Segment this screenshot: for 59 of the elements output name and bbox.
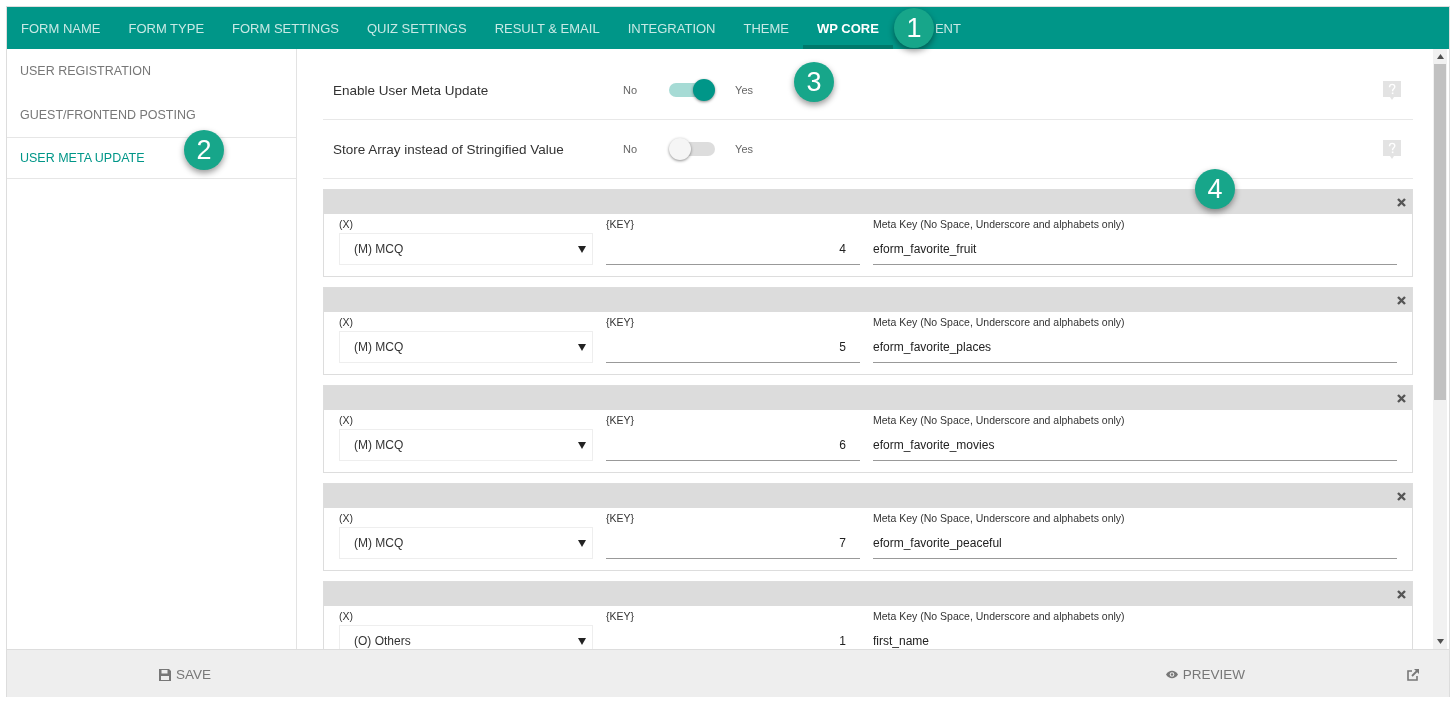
field-label: {KEY}	[606, 414, 636, 427]
step-badge: 2	[184, 130, 224, 170]
field-label: Meta Key (No Space, Underscore and alphabets only)	[873, 610, 1126, 623]
close-icon[interactable]	[1397, 393, 1406, 403]
field-label: {KEY}	[606, 610, 636, 623]
setting-label: Enable User Meta Update	[333, 82, 490, 98]
key-field[interactable]: 7	[606, 527, 860, 559]
external-link-icon[interactable]	[1407, 668, 1419, 681]
toggle-label: Yes	[735, 143, 753, 155]
meta-key-field[interactable]: eform_favorite_peaceful	[873, 527, 1397, 559]
close-icon[interactable]	[1397, 197, 1406, 207]
field-label: Meta Key (No Space, Underscore and alphabets only)	[873, 414, 1126, 427]
scroll-up-icon[interactable]	[1436, 54, 1444, 59]
caret-icon	[578, 637, 586, 645]
field-label: Meta Key (No Space, Underscore and alphabets only)	[873, 218, 1126, 231]
field-label: (X)	[339, 414, 354, 427]
sidebar-item[interactable]: USER REGISTRATION	[7, 49, 296, 93]
toggle-label: Yes	[735, 84, 753, 96]
caret-icon	[578, 539, 586, 547]
close-icon[interactable]	[1397, 295, 1406, 305]
meta-key-field[interactable]: eform_favorite_places	[873, 331, 1397, 363]
type-dropdown[interactable]: (M) MCQ	[339, 233, 593, 265]
field-label: {KEY}	[606, 512, 636, 525]
eye-icon	[1165, 670, 1178, 679]
toggle-label: No	[623, 143, 638, 155]
caret-icon	[578, 343, 586, 351]
step-badge: 3	[794, 62, 835, 102]
type-dropdown[interactable]: (M) MCQ	[339, 331, 593, 363]
tab[interactable]: WP CORE	[803, 7, 893, 49]
save-button[interactable]: SAVE	[155, 661, 215, 688]
help-icon	[1383, 139, 1401, 159]
preview-button[interactable]: PREVIEW	[1161, 661, 1249, 688]
scrollbar[interactable]	[1433, 49, 1447, 649]
setting-label: Store Array instead of Stringified Value	[333, 141, 565, 157]
type-dropdown[interactable]: (M) MCQ	[339, 429, 593, 461]
field-label: {KEY}	[606, 218, 636, 231]
caret-icon	[578, 441, 586, 449]
help-icon	[1383, 80, 1401, 100]
toggle-switch[interactable]	[669, 79, 716, 101]
step-badge: 4	[1195, 169, 1235, 209]
caret-icon	[578, 245, 586, 253]
scroll-down-icon[interactable]	[1436, 639, 1444, 644]
key-field[interactable]: 4	[606, 233, 860, 265]
close-icon[interactable]	[1397, 491, 1406, 501]
meta-key-field[interactable]: eform_favorite_fruit	[873, 233, 1397, 265]
field-label: (X)	[339, 316, 354, 329]
meta-key-field[interactable]: eform_favorite_movies	[873, 429, 1397, 461]
field-label: (X)	[339, 218, 354, 231]
toggle-label: No	[623, 84, 638, 96]
field-label: {KEY}	[606, 316, 636, 329]
key-field[interactable]: 6	[606, 429, 860, 461]
key-field[interactable]: 5	[606, 331, 860, 363]
field-label: (X)	[339, 610, 354, 623]
close-icon[interactable]	[1397, 589, 1406, 599]
field-label: Meta Key (No Space, Underscore and alphabets only)	[873, 512, 1126, 525]
type-dropdown[interactable]: (M) MCQ	[339, 527, 593, 559]
field-label: Meta Key (No Space, Underscore and alphabets only)	[873, 316, 1126, 329]
field-label: (X)	[339, 512, 354, 525]
toggle-switch[interactable]	[669, 138, 716, 160]
